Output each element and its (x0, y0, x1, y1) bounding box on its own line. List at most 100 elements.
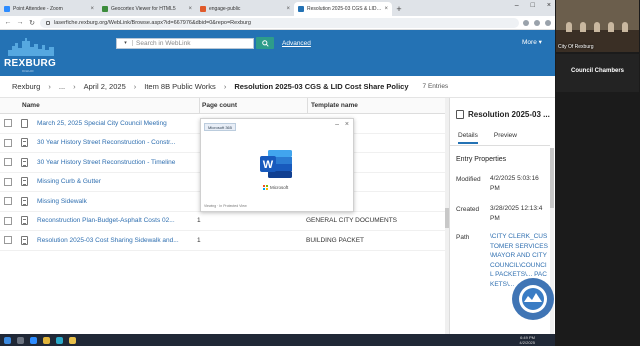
breadcrumb-separator-icon: › (48, 82, 51, 91)
breadcrumb-item-ellipsis[interactable]: ... (59, 82, 65, 91)
chrome-icon[interactable] (43, 336, 50, 344)
advanced-search-link[interactable]: Advanced (282, 40, 311, 47)
minimize-icon[interactable]: – (515, 2, 519, 9)
row-checkbox[interactable] (4, 236, 12, 245)
row-checkbox[interactable] (4, 119, 12, 128)
document-icon (456, 110, 464, 119)
entry-name-link[interactable]: Reconstruction Plan-Budget-Asphalt Costs… (37, 217, 195, 224)
row-checkbox[interactable] (4, 138, 12, 147)
entry-name-link[interactable]: Missing Sidewalk (37, 198, 195, 205)
preview-tab[interactable]: Microsoft 365 (204, 123, 237, 131)
search-placeholder: Search in WebLink (136, 39, 191, 47)
search-scope-dropdown-icon[interactable]: ▾ (119, 40, 133, 46)
entry-name-link[interactable]: Missing Curb & Gutter (37, 178, 195, 185)
tab-close-icon[interactable]: × (286, 6, 290, 12)
column-header-template[interactable]: Template name (308, 98, 445, 114)
zoom-app-icon[interactable] (30, 336, 37, 344)
more-menu[interactable]: More ▾ (522, 38, 542, 46)
windows-taskbar: 6:49 PM 4/2/2025 (0, 334, 555, 346)
search-button[interactable] (256, 37, 274, 49)
search-icon (261, 39, 269, 47)
browser-tab-engage[interactable]: engage-public × (196, 2, 294, 16)
browser-tab-zoom[interactable]: Point Attendee - Zoom × (0, 2, 98, 16)
zoom-name-tile[interactable]: Council Chambers (556, 54, 639, 92)
breadcrumb-item-rexburg[interactable]: Rexburg (12, 82, 40, 91)
breadcrumb-separator-icon: › (133, 82, 137, 91)
tab-title: Geocortex Viewer for HTML5 (111, 6, 176, 12)
zoom-video-tile[interactable]: City Of Rexburg (556, 0, 639, 52)
browser-tab-resolution[interactable]: Resolution 2025-03 CGS & LID Cost × (294, 2, 392, 16)
breadcrumb-item-public-works[interactable]: Item 8B Public Works (144, 82, 216, 91)
taskbar-clock[interactable]: 6:49 PM 4/2/2025 (519, 335, 535, 345)
video-person (594, 22, 600, 32)
column-header-name[interactable]: Name (0, 97, 200, 114)
tab-close-icon[interactable]: × (90, 6, 94, 12)
entry-name-link[interactable]: Resolution 2025-03 Cost Sharing Sidewalk… (37, 237, 195, 244)
edge-icon[interactable] (56, 336, 63, 344)
new-tab-icon[interactable]: + (392, 2, 406, 16)
entry-page-count: 1 (197, 217, 201, 225)
tab-close-icon[interactable]: × (384, 6, 388, 12)
maximize-icon[interactable]: □ (531, 2, 535, 9)
table-row[interactable]: Reconstruction Plan-Budget-Asphalt Costs… (0, 212, 445, 231)
minimize-icon[interactable]: – (335, 121, 339, 128)
browser-toolbar-icons (523, 19, 551, 26)
tabs-divider (450, 145, 550, 146)
tab-preview[interactable]: Preview (494, 132, 517, 144)
tab-details[interactable]: Details (458, 132, 478, 144)
browser-tab-geocortex[interactable]: Geocortex Viewer for HTML5 × (98, 2, 196, 16)
tab-close-icon[interactable]: × (188, 6, 192, 12)
entry-count: 7 Entries (422, 83, 449, 90)
close-icon[interactable]: × (345, 121, 349, 128)
tab-title: Resolution 2025-03 CGS & LID Cost (307, 6, 382, 12)
entry-name-link[interactable]: 30 Year History Street Reconstruction - … (37, 159, 195, 166)
entry-template: BUILDING PACKET (306, 236, 365, 244)
folder-icon (21, 118, 28, 128)
row-checkbox[interactable] (4, 177, 12, 186)
modified-label: Modified (456, 176, 481, 183)
breadcrumb-item-date[interactable]: April 2, 2025 (84, 82, 126, 91)
document-icon (21, 235, 28, 245)
details-title: Resolution 2025-03 ... (456, 110, 550, 119)
start-icon[interactable] (4, 336, 11, 344)
microsoft-logo-icon (263, 185, 268, 190)
skyline-icon (8, 38, 54, 56)
reload-icon[interactable]: ↻ (28, 19, 36, 27)
scrollbar-thumb[interactable] (550, 148, 554, 208)
engage-favicon-icon (200, 6, 206, 12)
row-checkbox[interactable] (4, 197, 12, 206)
breadcrumb-separator-icon: › (223, 82, 227, 91)
entry-name-link[interactable]: 30 Year History Street Reconstruction - … (37, 139, 195, 146)
preview-footer: Viewing · In Protected View (204, 204, 247, 208)
forward-icon[interactable]: → (16, 19, 24, 26)
back-icon[interactable]: ← (4, 19, 12, 26)
bookmark-icon[interactable] (523, 19, 529, 26)
close-window-icon[interactable]: × (547, 2, 551, 9)
details-tabs: Details Preview (458, 132, 517, 144)
search-icon[interactable] (17, 336, 24, 344)
profile-icon[interactable] (545, 19, 551, 26)
column-header-page-count[interactable]: Page count (200, 97, 308, 114)
entry-name-link[interactable]: March 25, 2025 Special City Council Meet… (37, 120, 195, 127)
row-checkbox[interactable] (4, 158, 12, 167)
extensions-icon[interactable] (534, 19, 540, 26)
lock-icon (46, 20, 50, 25)
row-checkbox[interactable] (4, 216, 12, 225)
created-label: Created (456, 206, 480, 213)
document-preview-popup: Microsoft 365 – × W Microsoft Viewing · … (200, 118, 354, 212)
document-icon (21, 196, 28, 206)
url-field[interactable]: laserfiche.rexburg.org/WebLink/Browse.as… (40, 17, 519, 28)
search-area: ▾ Search in WebLink Advanced (116, 37, 311, 49)
breadcrumb-separator-icon: › (73, 82, 76, 91)
participant-name: Council Chambers (570, 68, 624, 74)
explorer-icon[interactable] (69, 336, 76, 344)
logo-wordmark: REXBURG (4, 58, 57, 69)
rexburg-logo[interactable]: REXBURG IDAHO (4, 38, 62, 74)
path-label: Path (456, 234, 470, 241)
logo-subtitle: IDAHO (22, 69, 35, 73)
video-person (608, 22, 614, 32)
svg-text:W: W (263, 159, 274, 171)
video-person (622, 22, 628, 32)
search-input[interactable]: ▾ Search in WebLink (116, 37, 254, 49)
table-row[interactable]: Resolution 2025-03 Cost Sharing Sidewalk… (0, 231, 445, 251)
